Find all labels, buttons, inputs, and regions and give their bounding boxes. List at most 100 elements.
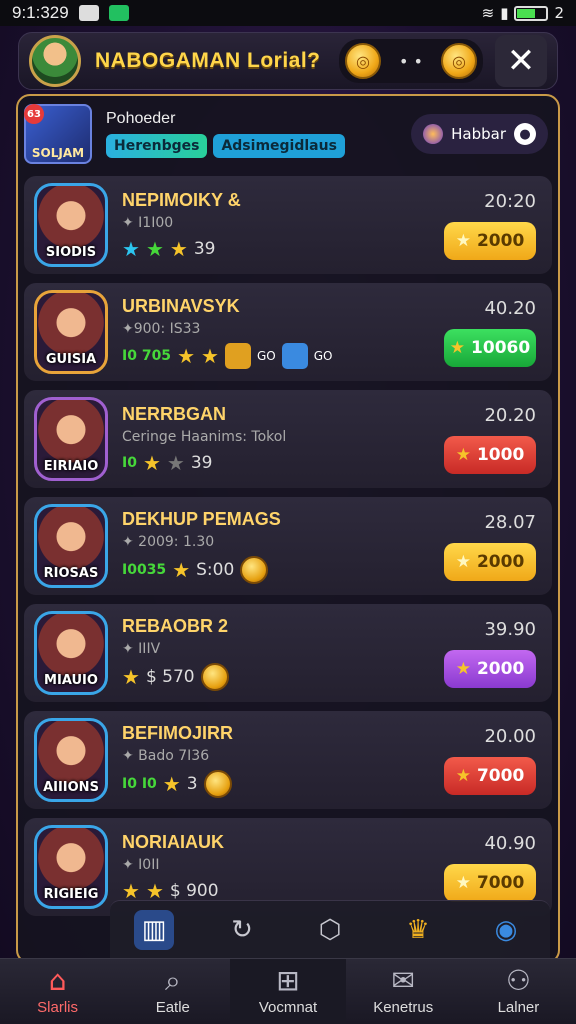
character-portrait[interactable]: AIIIONS <box>34 718 108 802</box>
top-bar: NABOGAMAN Lorial? ◎ • • ◎ ✕ <box>18 32 558 90</box>
buy-button[interactable]: ★ 7000 <box>444 863 536 902</box>
star-icon: ★ <box>455 551 471 572</box>
star-icon: ★ <box>455 444 471 465</box>
coin-icon: ◎ <box>441 43 477 79</box>
item-label: GO <box>313 348 333 363</box>
row-subtitle: ✦ I1I00 <box>122 214 174 231</box>
star-icon: ★ <box>172 557 191 582</box>
app-icon <box>108 5 129 21</box>
wifi-icon: ≋ <box>481 4 495 22</box>
star-icon: ★ <box>122 664 140 689</box>
star-icon: ★ <box>455 230 471 251</box>
star-icon: ★ <box>162 771 181 796</box>
buy-cost: 7000 <box>476 872 525 893</box>
coin-icon: ◎ <box>345 43 381 79</box>
character-portrait[interactable]: RIGIEIG <box>34 825 108 909</box>
building-icon[interactable]: ▥ <box>134 909 174 950</box>
item-icon <box>224 342 251 369</box>
star-icon: ★ <box>166 450 185 475</box>
signal-icon: ▮ <box>500 4 509 22</box>
row-time: 40.20 <box>484 297 536 319</box>
row-value: $ 570 <box>145 666 195 687</box>
battery-label: 2 <box>554 4 564 22</box>
nav-item-grid[interactable]: ⊞ Vocmnat <box>230 959 346 1024</box>
tag-adsimegidlaus[interactable]: Adsimegidlaus <box>213 134 345 158</box>
home-icon: ⌂ <box>48 964 67 997</box>
event-row[interactable]: AIIIONS BEFIMOJIRR ✦ Bado 7I36 I0 I0 ★ 3 20.00… <box>24 711 552 809</box>
event-row[interactable]: SIODIS NEPIMOIKY & ✦ I1I00 ★ ★ ★ 39 20:20 ★ 2000 <box>24 176 552 274</box>
users-icon: ⚇ <box>505 964 531 997</box>
row-subtitle: ✦ I0II <box>122 856 160 873</box>
player-name: Pohoeder <box>106 110 176 127</box>
buy-button[interactable]: ★ 2000 <box>444 221 536 260</box>
character-portrait[interactable]: SIODIS <box>34 183 108 267</box>
row-subtitle: ✦ Bado 7I36 <box>122 747 210 764</box>
nav-label: Eatle <box>155 999 190 1016</box>
mail-icon: ✉ <box>391 964 415 997</box>
nav-label: Vocmnat <box>258 999 318 1016</box>
coin-icon <box>240 555 269 584</box>
status-bar: 9:1:329 ≋ ▮ 2 <box>0 0 576 26</box>
portrait-caption: EIRIAIO <box>43 459 99 474</box>
refresh-icon[interactable]: ↻ <box>222 910 262 950</box>
item-label: GO <box>256 348 276 363</box>
currency-dots: • • <box>399 51 423 71</box>
character-portrait[interactable]: EIRIAIO <box>34 397 108 481</box>
row-label: I0035 <box>122 561 167 578</box>
currency-display[interactable]: ◎ • • ◎ <box>339 39 483 83</box>
pin-icon: ● <box>514 123 536 145</box>
row-value: 39 <box>193 238 216 259</box>
globe-icon[interactable]: ◉ <box>486 910 526 950</box>
star-icon: ★ <box>455 765 471 786</box>
star-icon: ★ <box>122 878 140 903</box>
star-icon: ★ <box>177 343 195 368</box>
row-value: 39 <box>190 452 213 473</box>
nav-label: Slarlis <box>37 999 79 1016</box>
event-row[interactable]: EIRIAIO NERRBGAN Ceringe Haanims: Tokol I0 ★… <box>24 390 552 488</box>
player-thumbnail[interactable]: 63 SOLJAM <box>24 104 92 164</box>
buy-button[interactable]: ★ 1000 <box>444 435 536 474</box>
event-list-panel: 63 SOLJAM Pohoeder Herenbges Adsimegidla… <box>16 94 560 964</box>
nav-item-search[interactable]: ⌕ Eatle <box>115 959 230 1024</box>
buy-button[interactable]: ★ 2000 <box>444 542 536 581</box>
row-subtitle: Ceringe Haanims: Tokol <box>122 428 287 445</box>
event-row[interactable]: RIOSAS DEKHUP PEMAGS ✦ 2009: 1.30 I0035 ★ S:0… <box>24 497 552 595</box>
avatar[interactable] <box>29 35 81 87</box>
row-time: 20.00 <box>484 725 536 747</box>
row-title: NERRBGAN <box>122 403 227 424</box>
event-row[interactable]: MIAUIO REBAOBR 2 ✦ IIIV ★ $ 570 39.90 ★ 2000 <box>24 604 552 702</box>
nav-item-mail[interactable]: ✉ Kenetrus <box>346 959 461 1024</box>
row-title: NORIAIAUK <box>122 831 224 852</box>
row-time: 39.90 <box>484 618 536 640</box>
star-icon: ★ <box>201 343 219 368</box>
close-button[interactable]: ✕ <box>495 35 547 87</box>
tag-herenbges[interactable]: Herenbges <box>106 134 208 158</box>
nav-item-users[interactable]: ⚇ Lalner <box>461 959 576 1024</box>
portrait-caption: GUISIA <box>45 352 97 367</box>
status-time: 9:1:329 <box>12 3 69 22</box>
character-portrait[interactable]: GUISIA <box>34 290 108 374</box>
buy-button[interactable]: ★ 2000 <box>444 649 536 688</box>
page-title: NABOGAMAN Lorial? <box>95 49 321 72</box>
trophy-icon[interactable]: ♛ <box>398 910 438 950</box>
orb-icon <box>423 124 444 144</box>
buy-cost: 2000 <box>476 658 525 679</box>
row-label: I0 705 <box>122 347 172 364</box>
portrait-caption: MIAUIO <box>44 673 98 688</box>
nav-item-home[interactable]: ⌂ Slarlis <box>0 959 115 1024</box>
shield-icon[interactable]: ⬡ <box>310 910 350 950</box>
portrait-caption: AIIIONS <box>43 780 99 795</box>
buy-cost: 2000 <box>476 551 525 572</box>
star-icon: ★ <box>169 236 188 261</box>
row-subtitle: ✦ IIIV <box>122 640 161 657</box>
mode-button[interactable]: Habbar ● <box>411 114 548 154</box>
star-icon: ★ <box>455 658 471 679</box>
character-portrait[interactable]: RIOSAS <box>34 504 108 588</box>
buy-cost: 7000 <box>476 765 525 786</box>
event-row[interactable]: GUISIA URBINAVSYK ✦900: IS33 I0 705 ★ ★ GO GO 40… <box>24 283 552 381</box>
character-portrait[interactable]: MIAUIO <box>34 611 108 695</box>
buy-button[interactable]: ★ 10060 <box>444 328 536 367</box>
quick-dock: ▥ ↻ ⬡ ♛ ◉ <box>110 900 550 958</box>
row-label: I0 I0 <box>122 775 157 792</box>
buy-button[interactable]: ★ 7000 <box>444 756 536 795</box>
